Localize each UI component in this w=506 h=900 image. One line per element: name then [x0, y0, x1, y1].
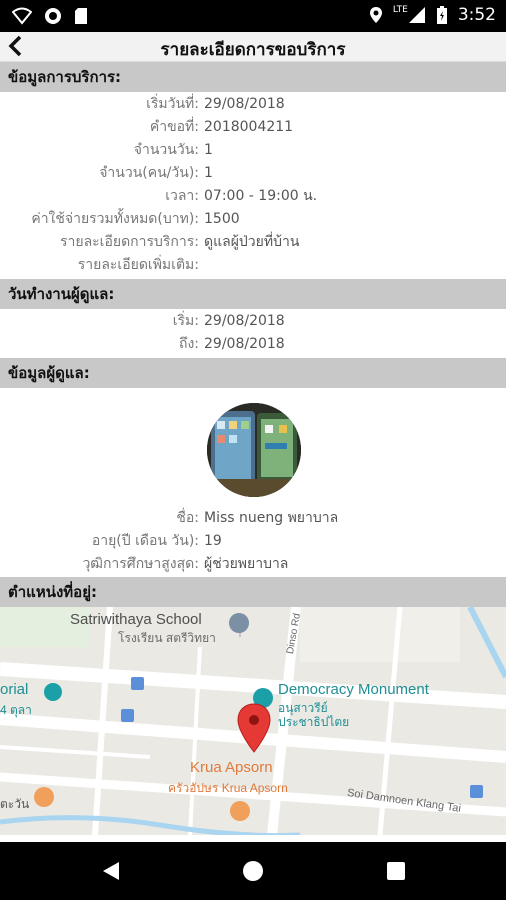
- bus-stop-icon: [470, 785, 483, 798]
- section-location: ตำแหน่งที่อยู่:: [0, 577, 506, 607]
- row-label: วุฒิการศึกษาสูงสุด:: [82, 556, 199, 572]
- nav-bar: [0, 842, 506, 900]
- app-bar: รายละเอียดการขอบริการ: [0, 32, 506, 62]
- map-label-monument-th: อนุสาวรีย์ ประชาธิปไตย: [278, 701, 350, 729]
- service-row-days: จำนวนวัน: 1: [0, 139, 506, 162]
- row-value: 07:00 - 19:00 น.: [204, 188, 318, 204]
- row-label: ถึง:: [178, 336, 199, 352]
- memorial-icon: [44, 683, 62, 701]
- recents-nav-icon[interactable]: [386, 861, 406, 881]
- record-icon: [45, 8, 61, 24]
- network-type: LTE: [392, 5, 408, 15]
- row-label: คำขอที่:: [149, 119, 199, 135]
- section-caregiver-info: ข้อมูลผู้ดูแล:: [0, 358, 506, 388]
- row-value: 29/08/2018: [204, 96, 285, 112]
- row-value: 1: [204, 165, 213, 181]
- row-label: อายุ(ปี เดือน วัน):: [91, 533, 199, 549]
- school-icon: [229, 613, 249, 633]
- row-value: 1500: [204, 211, 240, 227]
- back-nav-icon[interactable]: [100, 860, 122, 882]
- map-label-monument-en: Democracy Monument: [278, 681, 429, 698]
- map-label-memorial-en: orial: [0, 681, 29, 698]
- section-work-days: วันทำงานผู้ดูแล:: [0, 279, 506, 309]
- page-title: รายละเอียดการขอบริการ: [160, 40, 346, 60]
- status-bar: LTE 3:52: [0, 0, 506, 32]
- row-value: ผู้ช่วยพยาบาล: [204, 556, 289, 572]
- map-label-restaurant-en: Krua Apsorn: [190, 759, 273, 776]
- row-label: รายละเอียดเพิ่มเติม:: [77, 257, 199, 273]
- caregiver-row-education: วุฒิการศึกษาสูงสุด: ผู้ช่วยพยาบาล: [0, 553, 506, 576]
- service-row-time: เวลา: 07:00 - 19:00 น.: [0, 185, 506, 208]
- service-row-extra-detail: รายละเอียดเพิ่มเติม:: [0, 254, 506, 277]
- row-value: 2018004211: [204, 119, 294, 135]
- map-pin-icon: [237, 703, 271, 753]
- restaurant-icon: [230, 801, 250, 821]
- row-label: รายละเอียดการบริการ:: [59, 234, 199, 250]
- row-label: เริ่ม:: [172, 313, 199, 329]
- service-row-start-date: เริ่มวันที่: 29/08/2018: [0, 93, 506, 116]
- row-label: เริ่มวันที่:: [146, 96, 199, 112]
- row-value: 19: [204, 533, 222, 549]
- service-row-people: จำนวน(คน/วัน): 1: [0, 162, 506, 185]
- row-label: จำนวนวัน:: [133, 142, 199, 158]
- row-value: Miss nueng พยาบาล: [204, 510, 339, 526]
- map-label-left-th: ตะวัน: [0, 797, 30, 811]
- caregiver-row-age: อายุ(ปี เดือน วัน): 19: [0, 530, 506, 553]
- map-label-school-en: Satriwithaya School: [70, 611, 202, 628]
- row-value: ดูแลผู้ป่วยที่บ้าน: [204, 234, 300, 250]
- location-map[interactable]: Satriwithaya School โรงเรียน สตรีวิทยา D…: [0, 607, 506, 835]
- row-label: เวลา:: [165, 188, 199, 204]
- row-value: 1: [204, 142, 213, 158]
- caregiver-avatar: [207, 403, 301, 497]
- work-row-start: เริ่ม: 29/08/2018: [0, 310, 506, 333]
- signal-icon: [408, 7, 425, 23]
- service-row-total-cost: ค่าใช้จ่ายรวมทั้งหมด(บาท): 1500: [0, 208, 506, 231]
- map-label-restaurant-th: ครัวอัปษร Krua Apsorn: [168, 781, 288, 795]
- service-row-detail: รายละเอียดการบริการ: ดูแลผู้ป่วยที่บ้าน: [0, 231, 506, 254]
- map-label-school-th: โรงเรียน สตรีวิทยา: [118, 631, 216, 645]
- row-value: 29/08/2018: [204, 336, 285, 352]
- row-value: 29/08/2018: [204, 313, 285, 329]
- restaurant-icon: [34, 787, 54, 807]
- home-nav-icon[interactable]: [242, 860, 264, 882]
- battery-icon: [436, 6, 447, 24]
- bus-stop-icon: [131, 677, 144, 690]
- row-label: ค่าใช้จ่ายรวมทั้งหมด(บาท):: [31, 211, 199, 227]
- sd-card-icon: [75, 8, 87, 24]
- section-service-info: ข้อมูลการบริการ:: [0, 62, 506, 92]
- map-label-memorial-th: 4 ตุลา: [0, 703, 32, 717]
- location-icon: [369, 7, 382, 23]
- row-label: ชื่อ:: [176, 510, 199, 526]
- clock: 3:52: [457, 5, 496, 25]
- caregiver-row-name: ชื่อ: Miss nueng พยาบาล: [0, 507, 506, 530]
- bus-stop-icon: [121, 709, 134, 722]
- wifi-off-icon: [12, 7, 32, 25]
- work-row-end: ถึง: 29/08/2018: [0, 333, 506, 356]
- row-label: จำนวน(คน/วัน):: [99, 165, 199, 181]
- service-row-request-id: คำขอที่: 2018004211: [0, 116, 506, 139]
